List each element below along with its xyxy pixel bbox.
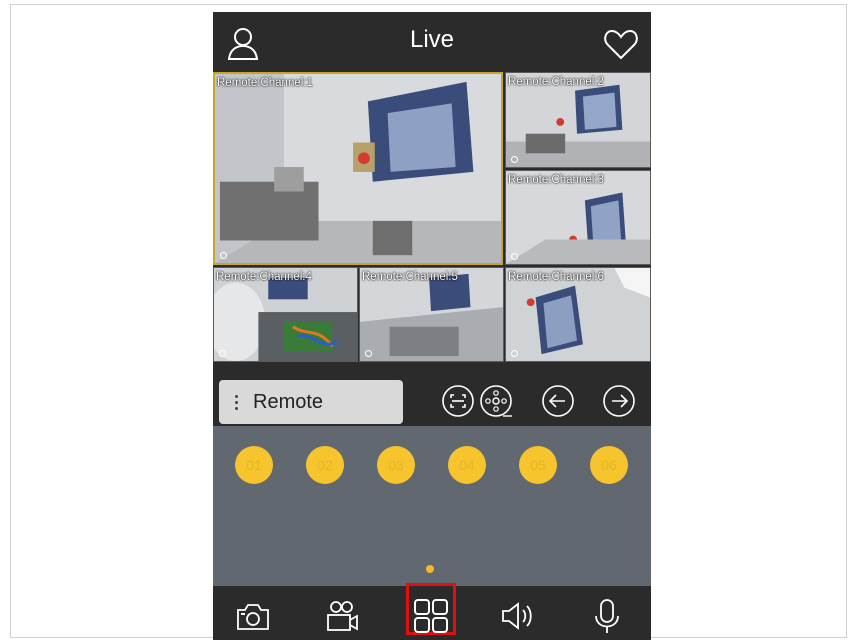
camera-label: Remote:Channel:2 <box>508 76 604 88</box>
device-selector[interactable]: Remote <box>219 380 403 424</box>
status-dot <box>220 252 227 259</box>
camera-tile-2[interactable]: Remote:Channel:2 <box>505 72 651 168</box>
more-vertical-icon <box>235 392 239 412</box>
channel-button-03[interactable]: 03 <box>377 446 415 484</box>
channel-button-04[interactable]: 04 <box>448 446 486 484</box>
screenshot-icon[interactable] <box>441 384 475 418</box>
control-toolbar: Remote <box>213 374 651 426</box>
bottom-tab-bar <box>213 583 651 640</box>
layout-grid-icon[interactable] <box>411 596 451 636</box>
channel-panel: 01 02 03 04 05 06 <box>213 426 651 586</box>
ptz-icon[interactable] <box>479 384 513 418</box>
status-dot <box>511 253 518 260</box>
camera-label: Remote:Channel:5 <box>362 271 458 283</box>
status-dot <box>511 156 518 163</box>
camera-label: Remote:Channel:1 <box>217 77 313 89</box>
channel-button-02[interactable]: 02 <box>306 446 344 484</box>
arrow-right-icon[interactable] <box>602 384 636 418</box>
microphone-icon[interactable] <box>587 596 627 636</box>
channel-button-06[interactable]: 06 <box>590 446 628 484</box>
header-bar: Live <box>213 12 651 72</box>
device-name: Remote <box>253 391 324 413</box>
camera-tile-1[interactable]: Remote:Channel:1 <box>213 72 503 265</box>
camera-tile-5[interactable]: Remote:Channel:5 <box>359 267 504 362</box>
arrow-left-icon[interactable] <box>541 384 575 418</box>
camera-feed-image <box>215 74 501 263</box>
camera-label: Remote:Channel:6 <box>508 271 604 283</box>
video-record-icon[interactable] <box>322 596 362 636</box>
app-screen: Live Remote:Channel:1 Remote:Channel:2 R… <box>213 12 651 640</box>
camera-icon[interactable] <box>233 596 273 636</box>
status-dot <box>219 350 226 357</box>
speaker-icon[interactable] <box>498 596 538 636</box>
camera-label: Remote:Channel:4 <box>216 271 312 283</box>
heart-icon[interactable] <box>601 24 641 64</box>
status-dot <box>511 350 518 357</box>
camera-tile-6[interactable]: Remote:Channel:6 <box>505 267 651 362</box>
camera-tile-4[interactable]: Remote:Channel:4 <box>213 267 358 362</box>
page-indicator <box>426 565 434 573</box>
camera-label: Remote:Channel:3 <box>508 174 604 186</box>
channel-button-05[interactable]: 05 <box>519 446 557 484</box>
page-title: Live <box>409 26 455 53</box>
camera-grid: Remote:Channel:1 Remote:Channel:2 Remote… <box>213 72 651 374</box>
camera-tile-3[interactable]: Remote:Channel:3 <box>505 170 651 265</box>
channel-button-01[interactable]: 01 <box>235 446 273 484</box>
status-dot <box>365 350 372 357</box>
